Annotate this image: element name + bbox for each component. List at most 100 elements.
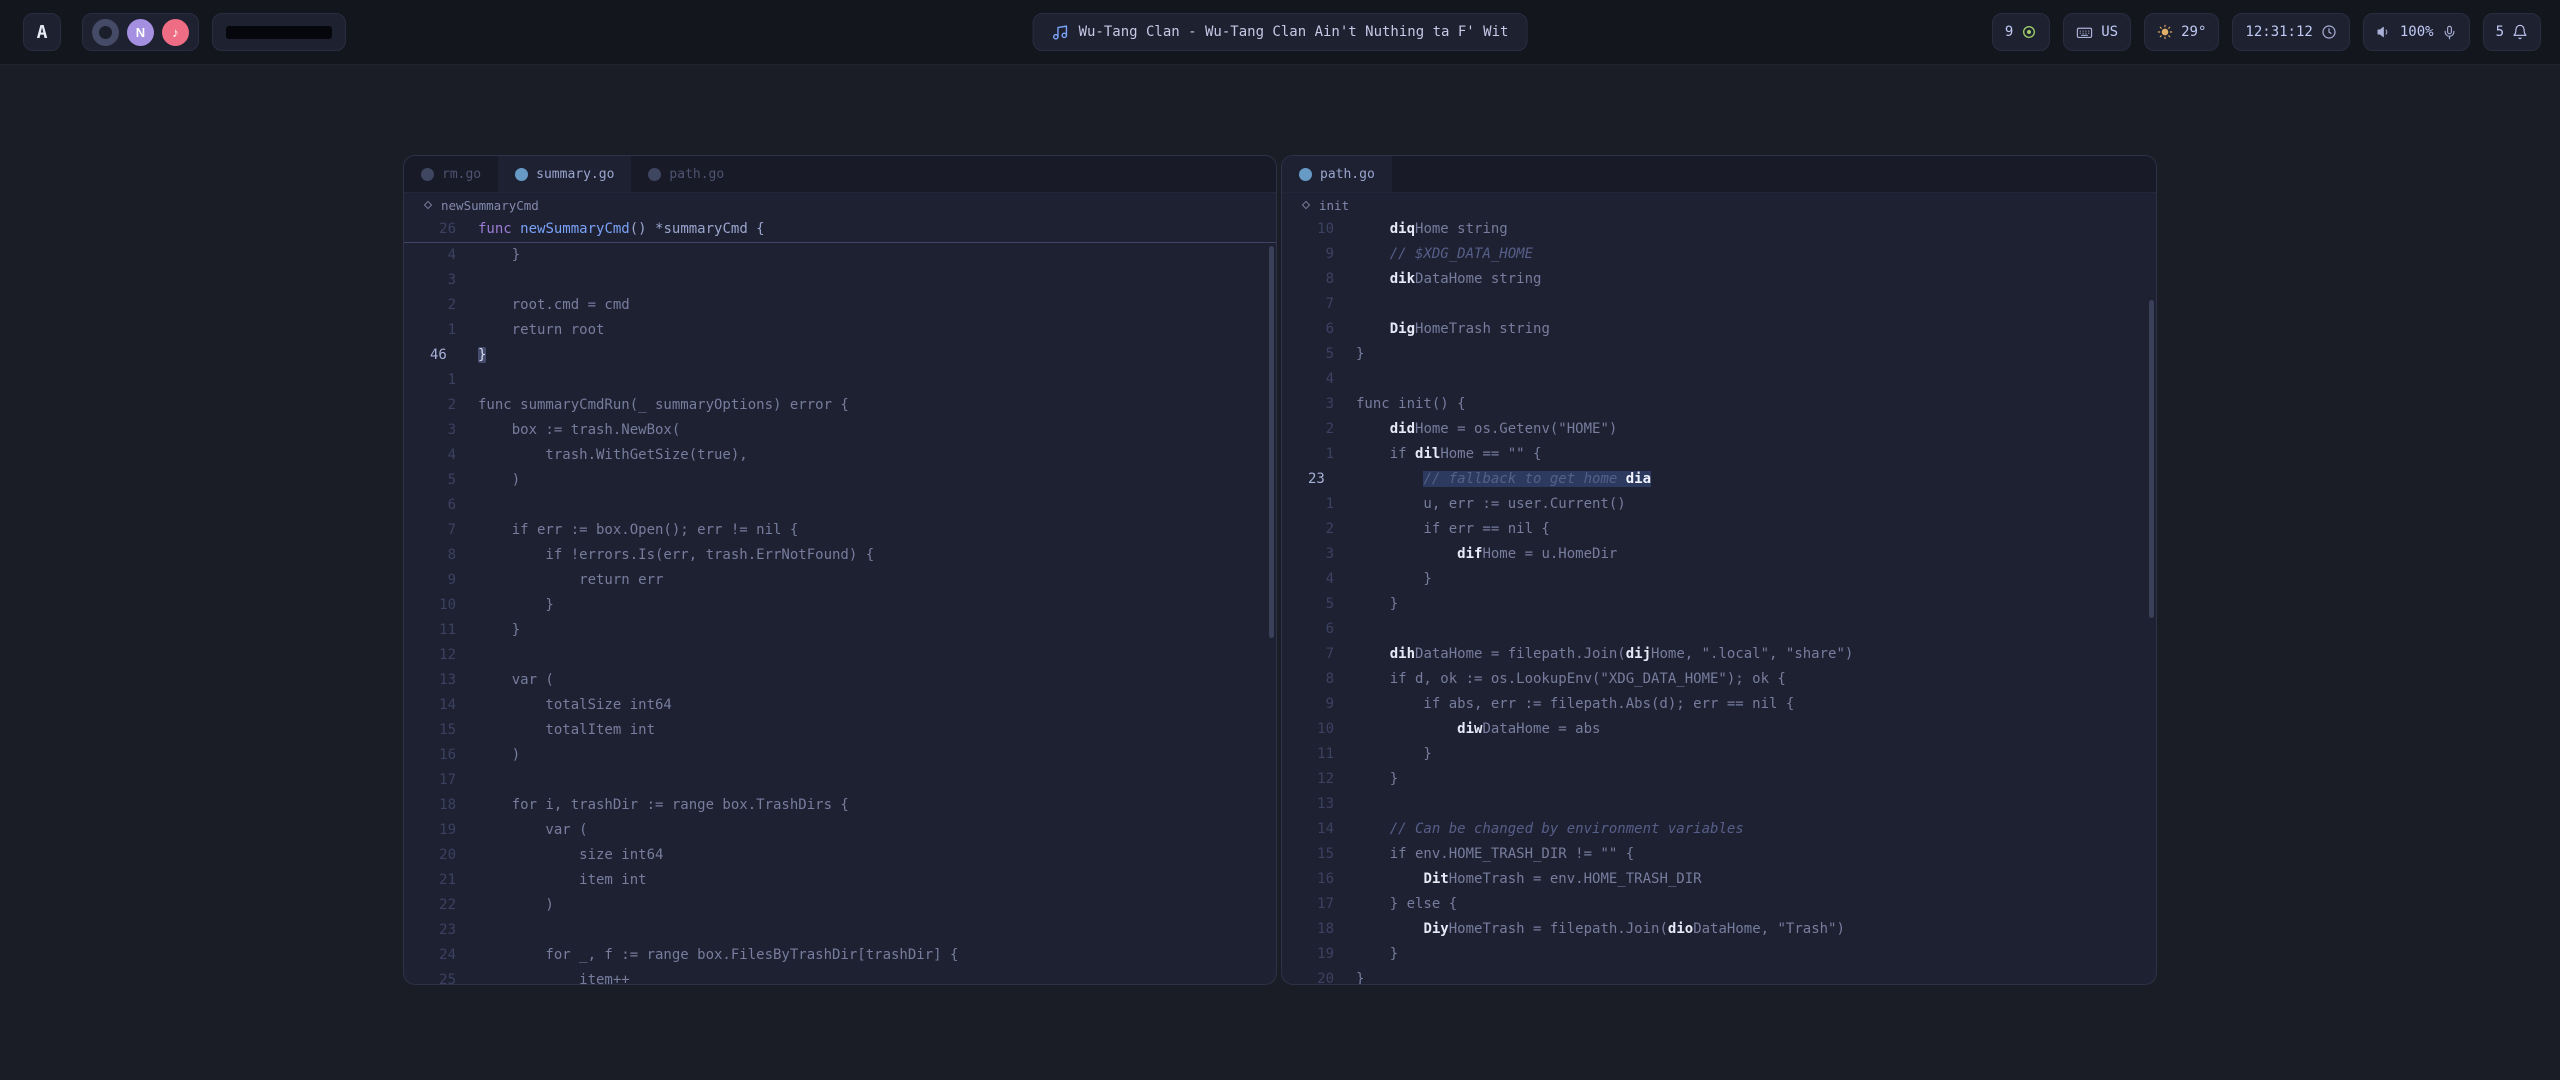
code-line[interactable]: 9 if abs, err := filepath.Abs(d); err ==… [1282,692,2156,717]
code-line[interactable]: 1 return root [404,318,1276,343]
line-content: DigHomeTrash string [1356,317,1550,342]
code-line[interactable]: 17 } else { [1282,892,2156,917]
code-line[interactable]: 11 } [404,618,1276,643]
weather-widget[interactable]: 29° [2144,13,2219,51]
line-number: 4 [404,243,478,268]
clock-widget[interactable]: 12:31:12 [2232,13,2349,51]
code-line[interactable]: 24 for _, f := range box.FilesByTrashDir… [404,943,1276,968]
tab-path.go[interactable]: path.go [631,156,741,192]
code-line[interactable]: 4 [1282,367,2156,392]
code-line[interactable]: 21 item int [404,868,1276,893]
tab-path.go[interactable]: path.go [1282,156,1392,192]
code-line[interactable]: 15 if env.HOME_TRASH_DIR != "" { [1282,842,2156,867]
keyboard-layout-widget[interactable]: US [2063,13,2131,51]
code-line[interactable]: 18 for i, trashDir := range box.TrashDir… [404,793,1276,818]
code-line[interactable]: 10 } [404,593,1276,618]
tab-summary.go[interactable]: summary.go [498,156,631,192]
code-line[interactable]: 4 } [1282,567,2156,592]
code-line[interactable]: 17 [404,768,1276,793]
audio-widget[interactable]: 100% [2363,13,2470,51]
code-line[interactable]: 20 size int64 [404,843,1276,868]
code-line[interactable]: 2 root.cmd = cmd [404,293,1276,318]
right-scrollbar[interactable] [2149,300,2154,618]
code-line[interactable]: 13 var ( [404,668,1276,693]
line-number: 21 [404,868,478,893]
code-line[interactable]: 4 } [404,243,1276,268]
code-line[interactable]: 14 totalSize int64 [404,693,1276,718]
code-line[interactable]: 19 var ( [404,818,1276,843]
code-line[interactable]: 9 return err [404,568,1276,593]
notifications-widget[interactable]: 5 [2483,13,2541,51]
code-segment: } [1356,596,1398,612]
code-segment: box := trash.NewBox( [478,422,680,438]
code-line[interactable]: 22 ) [404,893,1276,918]
line-number: 9 [404,568,478,593]
line-number: 10 [404,593,478,618]
code-line[interactable]: 8 if !errors.Is(err, trash.ErrNotFound) … [404,543,1276,568]
code-line[interactable]: 18 DiyHomeTrash = filepath.Join(dioDataH… [1282,917,2156,942]
code-line[interactable]: 46} [404,343,1276,368]
now-playing-title: Wu-Tang Clan - Wu-Tang Clan Ain't Nuthin… [1079,24,1509,40]
line-number: 7 [1282,642,1356,667]
code-line[interactable]: 3 box := trash.NewBox( [404,418,1276,443]
line-number: 15 [1282,842,1356,867]
code-line[interactable]: 13 [1282,792,2156,817]
code-line[interactable]: 5 } [1282,592,2156,617]
code-line[interactable]: 1 u, err := user.Current() [1282,492,2156,517]
code-line[interactable]: 12 [404,643,1276,668]
code-line[interactable]: 15 totalItem int [404,718,1276,743]
code-line[interactable]: 20} [1282,967,2156,985]
window-title-pill[interactable] [212,13,346,51]
line-content: } [1356,567,1432,592]
code-line[interactable]: 19 } [1282,942,2156,967]
code-line[interactable]: 6 [1282,617,2156,642]
tab-rm.go[interactable]: rm.go [404,156,498,192]
code-line[interactable]: 10 diwDataHome = abs [1282,717,2156,742]
code-line[interactable]: 7 if err := box.Open(); err != nil { [404,518,1276,543]
code-line[interactable]: 3 difHome = u.HomeDir [1282,542,2156,567]
code-line[interactable]: 11 } [1282,742,2156,767]
code-line[interactable]: 8 dikDataHome string [1282,267,2156,292]
code-line[interactable]: 12 } [1282,767,2156,792]
line-number: 6 [1282,317,1356,342]
code-line[interactable]: 25 item++ [404,968,1276,985]
code-line[interactable]: 14 // Can be changed by environment vari… [1282,817,2156,842]
workspace-app1-icon[interactable] [92,19,119,46]
code-line[interactable]: 1 if dilHome == "" { [1282,442,2156,467]
code-line[interactable]: 6 [404,493,1276,518]
code-line[interactable]: 16 DitHomeTrash = env.HOME_TRASH_DIR [1282,867,2156,892]
code-line[interactable]: 10 diqHome string [1282,217,2156,242]
left-scrollbar[interactable] [1269,246,1274,638]
code-line[interactable]: 3func init() { [1282,392,2156,417]
left-tabbar: rm.gosummary.gopath.go [404,156,1276,193]
workspace-app3-icon[interactable]: ♪ [162,19,189,46]
line-number: 11 [404,618,478,643]
code-line[interactable]: 16 ) [404,743,1276,768]
code-line[interactable]: 5 ) [404,468,1276,493]
code-line[interactable]: 8 if d, ok := os.LookupEnv("XDG_DATA_HOM… [1282,667,2156,692]
code-line[interactable]: 7 [1282,292,2156,317]
line-number: 7 [1282,292,1356,317]
launcher-button[interactable]: A [23,13,61,51]
code-line[interactable]: 23 [404,918,1276,943]
code-line[interactable]: 2 didHome = os.Getenv("HOME") [1282,417,2156,442]
code-line[interactable]: 23 // fallback to get home dia [1282,467,2156,492]
code-line[interactable]: 2func summaryCmdRun(_ summaryOptions) er… [404,393,1276,418]
now-playing-widget[interactable]: Wu-Tang Clan - Wu-Tang Clan Ain't Nuthin… [1033,13,1528,51]
code-line[interactable]: 7 dihDataHome = filepath.Join(dijHome, "… [1282,642,2156,667]
code-line[interactable]: 5} [1282,342,2156,367]
code-line[interactable]: 2 if err == nil { [1282,517,2156,542]
workspace-app2-icon[interactable]: N [127,19,154,46]
line-number: 4 [1282,367,1356,392]
code-line[interactable]: 4 trash.WithGetSize(true), [404,443,1276,468]
line-number: 4 [1282,567,1356,592]
code-line[interactable]: 3 [404,268,1276,293]
updates-indicator[interactable]: 9 [1992,13,2050,51]
go-file-icon [648,168,661,181]
code-line[interactable]: 26func newSummaryCmd() *summaryCmd { [404,217,1276,242]
code-line[interactable]: 6 DigHomeTrash string [1282,317,2156,342]
line-content: } [1356,967,1364,985]
code-segment: () [630,221,655,237]
code-line[interactable]: 1 [404,368,1276,393]
code-line[interactable]: 9 // $XDG_DATA_HOME [1282,242,2156,267]
